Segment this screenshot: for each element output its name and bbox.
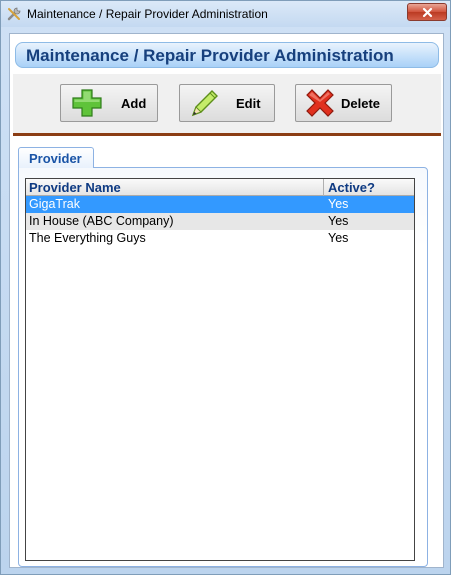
red-x-icon (303, 88, 337, 123)
tab-provider[interactable]: Provider (18, 147, 94, 168)
column-divider[interactable] (323, 179, 324, 196)
pencil-icon (188, 88, 220, 123)
add-button[interactable]: Add (60, 84, 158, 122)
provider-name-cell: GigaTrak (29, 197, 80, 211)
close-button[interactable] (407, 3, 447, 21)
close-icon (422, 7, 433, 18)
table-row[interactable]: GigaTrak Yes (26, 196, 414, 213)
plus-icon (71, 88, 103, 123)
window-title: Maintenance / Repair Provider Administra… (27, 7, 268, 21)
tab-panel-provider: Provider Name Active? GigaTrak Yes In Ho… (18, 167, 428, 567)
page-title: Maintenance / Repair Provider Administra… (26, 46, 394, 65)
provider-grid[interactable]: Provider Name Active? GigaTrak Yes In Ho… (25, 178, 415, 561)
delete-button[interactable]: Delete (295, 84, 392, 122)
edit-label: Edit (236, 96, 261, 111)
provider-name-cell: The Everything Guys (29, 231, 146, 245)
edit-button[interactable]: Edit (179, 84, 275, 122)
active-cell: Yes (328, 214, 349, 228)
provider-name-cell: In House (ABC Company) (29, 214, 174, 228)
add-label: Add (121, 96, 147, 111)
header-banner: Maintenance / Repair Provider Administra… (15, 42, 439, 68)
app-window: Maintenance / Repair Provider Administra… (0, 0, 451, 575)
active-cell: Yes (328, 231, 349, 245)
grid-header: Provider Name Active? (26, 179, 414, 196)
column-header-provider-name[interactable]: Provider Name (29, 180, 121, 195)
tab-provider-label: Provider (29, 151, 82, 166)
active-cell: Yes (328, 197, 349, 211)
toolbar: Add Edit Delete (13, 74, 441, 136)
delete-label: Delete (341, 96, 381, 111)
client-area: Maintenance / Repair Provider Administra… (9, 33, 444, 568)
table-row[interactable]: The Everything Guys Yes (26, 230, 414, 247)
tools-icon (6, 6, 22, 22)
title-bar[interactable]: Maintenance / Repair Provider Administra… (1, 1, 450, 27)
table-row[interactable]: In House (ABC Company) Yes (26, 213, 414, 230)
column-header-active[interactable]: Active? (328, 180, 375, 195)
